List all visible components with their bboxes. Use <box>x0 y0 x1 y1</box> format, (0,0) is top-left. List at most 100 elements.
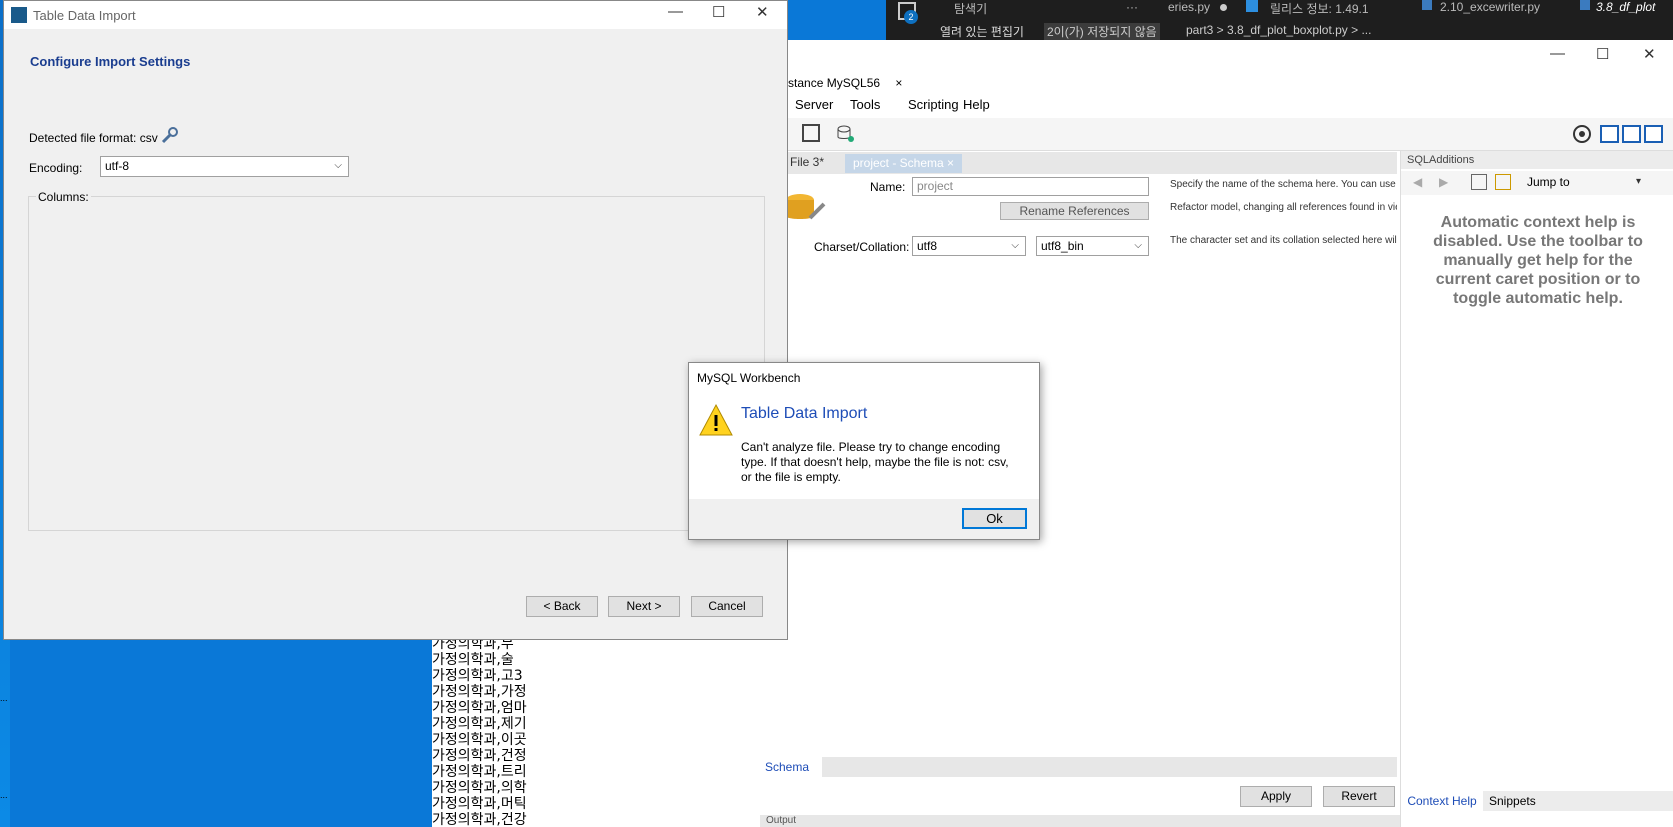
text-line: 가정의학과,머틱 <box>432 796 527 812</box>
back-button[interactable]: < Back <box>526 596 598 617</box>
vscode-tab[interactable]: 2.10_excewriter.py <box>1440 0 1540 16</box>
inspector-icon[interactable] <box>802 124 820 142</box>
close-tab-icon[interactable]: × <box>947 156 954 170</box>
hint-text: Specify the name of the schema here. You… <box>1170 179 1396 190</box>
charset-value: utf8 <box>917 239 938 253</box>
bottom-tabs: Schema <box>760 757 1397 777</box>
vscode-icon <box>1246 0 1258 12</box>
rename-references-button[interactable]: Rename References <box>1000 202 1149 220</box>
import-heading: Configure Import Settings <box>30 54 191 69</box>
text-line: 가정의학과,고3 <box>432 668 523 684</box>
revert-button[interactable]: Revert <box>1323 786 1395 807</box>
context-help-message: Automatic context help is disabled. Use … <box>1433 214 1643 307</box>
settings-icon[interactable] <box>1572 124 1592 144</box>
sqladditions-title: SQLAdditions <box>1401 151 1673 169</box>
cancel-button[interactable]: Cancel <box>691 596 763 617</box>
tab-context-help[interactable]: Context Help <box>1401 791 1483 811</box>
forward-icon[interactable]: ▶ <box>1439 175 1448 189</box>
python-icon <box>1422 0 1432 10</box>
msgbox-footer: Ok <box>689 499 1039 539</box>
msgbox-text: Can't analyze file. Please try to change… <box>741 440 1009 484</box>
back-icon[interactable]: ◀ <box>1413 175 1422 189</box>
tab-schema[interactable]: Schema <box>760 757 822 777</box>
toggle-output-icon[interactable] <box>1622 125 1641 143</box>
jump-to-label: Jump to <box>1527 175 1570 189</box>
msgbox-heading: Table Data Import <box>741 405 868 422</box>
desktop-icon-label[interactable]: ... <box>0 790 8 800</box>
encoding-value: utf-8 <box>105 159 130 173</box>
more-actions-icon[interactable]: ··· <box>1126 0 1138 16</box>
text-line: 가정의학과,엄마 <box>432 700 527 716</box>
close-icon[interactable]: ✕ <box>1643 45 1656 63</box>
close-tab-icon[interactable]: × <box>895 76 902 90</box>
text-line: 가정의학과,트리 <box>432 764 527 780</box>
breadcrumb[interactable]: part3 > 3.8_df_plot_boxplot.py > ... <box>1186 23 1371 40</box>
vscode-window: 2 탐색기 ··· eries.py 릴리스 정보: 1.49.1 2.10_e… <box>886 0 1673 40</box>
text-line: 가정의학과,의학 <box>432 780 527 796</box>
ok-button[interactable]: Ok <box>962 508 1027 529</box>
hint-text: The character set and its collation sele… <box>1170 235 1397 246</box>
menu-scripting[interactable]: Scripting <box>908 97 959 112</box>
text-line: 가정의학과,술 <box>432 652 514 668</box>
reconnect-icon[interactable] <box>836 124 856 144</box>
vscode-tab-active[interactable]: 3.8_df_plot <box>1596 0 1672 16</box>
python-icon <box>1580 0 1590 10</box>
tab-label: project - Schema <box>853 156 944 170</box>
text-line: 가정의학과,건강 <box>432 812 527 827</box>
charset-label: Charset/Collation: <box>814 240 910 254</box>
tab-project-schema[interactable]: project - Schema × <box>845 154 963 173</box>
toggle-sidebar-icon[interactable] <box>1600 125 1619 143</box>
menu-server[interactable]: Server <box>795 97 833 112</box>
chevron-down-icon: ⌵ <box>1134 240 1142 251</box>
columns-group <box>28 196 765 531</box>
wrench-icon[interactable] <box>160 127 178 145</box>
vscode-tab[interactable]: eries.py <box>1168 0 1218 16</box>
vscode-tab[interactable]: 릴리스 정보: 1.49.1 <box>1270 0 1369 16</box>
close-icon[interactable]: ✕ <box>756 3 769 21</box>
minimize-icon[interactable]: — <box>1550 45 1565 62</box>
minimize-icon[interactable]: — <box>668 3 683 20</box>
detected-format: Detected file format: csv <box>29 131 158 145</box>
editor-tabs: File 3* project - Schema × <box>760 152 1397 174</box>
import-titlebar: Table Data Import — ☐ ✕ <box>4 1 787 29</box>
output-panel[interactable]: Output <box>760 815 1400 827</box>
encoding-label: Encoding: <box>29 161 83 175</box>
text-editor-window: 가정의학과,부 가정의학과,술 가정의학과,고3 가정의학과,가정 가정의학과,엄마 가정… <box>432 636 546 827</box>
open-editors-label[interactable]: 열려 있는 편집기 <box>940 23 1024 40</box>
chevron-down-icon: ⌵ <box>334 160 342 171</box>
charset-select[interactable]: utf8 ⌵ <box>912 236 1026 256</box>
jump-to-select[interactable]: Jump to ▾ <box>1523 173 1647 193</box>
hint-text: Refactor model, changing all references … <box>1170 202 1397 213</box>
explorer-label: 탐색기 <box>954 2 988 16</box>
workbench-logo-icon <box>11 7 27 23</box>
dirty-dot-icon <box>1220 4 1227 11</box>
sqladditions-tabs: Context Help Snippets <box>1401 791 1673 811</box>
auto-help-icon[interactable] <box>1495 174 1511 190</box>
msgbox-title: MySQL Workbench <box>697 371 801 385</box>
menu-tools[interactable]: Tools <box>850 97 880 112</box>
columns-label: Columns: <box>36 190 91 204</box>
toolbar <box>760 118 1673 151</box>
warning-icon <box>699 403 733 437</box>
tab-snippets[interactable]: Snippets <box>1489 791 1536 811</box>
schema-name-input[interactable]: project <box>912 177 1149 196</box>
collation-select[interactable]: utf8_bin ⌵ <box>1036 236 1149 256</box>
apply-button[interactable]: Apply <box>1240 786 1312 807</box>
toggle-secondary-sidebar-icon[interactable] <box>1644 125 1663 143</box>
chevron-down-icon: ▾ <box>1635 176 1641 187</box>
schema-icon <box>784 188 828 232</box>
menu-help[interactable]: Help <box>963 97 990 112</box>
encoding-select[interactable]: utf-8 ⌵ <box>100 156 349 177</box>
chevron-down-icon: ⌵ <box>1011 240 1019 251</box>
manual-help-icon[interactable] <box>1471 174 1487 190</box>
tab-file3[interactable]: File 3* <box>790 155 824 169</box>
text-line: 가정의학과,이곳 <box>432 732 527 748</box>
error-message-box: MySQL Workbench Table Data Import Can't … <box>688 362 1040 540</box>
maximize-icon[interactable]: ☐ <box>712 3 725 21</box>
unsaved-count: 2이(가) 저장되지 않음 <box>1044 23 1160 40</box>
maximize-icon[interactable]: ☐ <box>1596 45 1609 63</box>
text-editor-blank <box>546 636 760 827</box>
next-button[interactable]: Next > <box>608 596 680 617</box>
desktop-icon-label[interactable]: ... <box>0 693 8 703</box>
sqladditions-toolbar: ◀ ▶ Jump to ▾ <box>1401 171 1673 195</box>
